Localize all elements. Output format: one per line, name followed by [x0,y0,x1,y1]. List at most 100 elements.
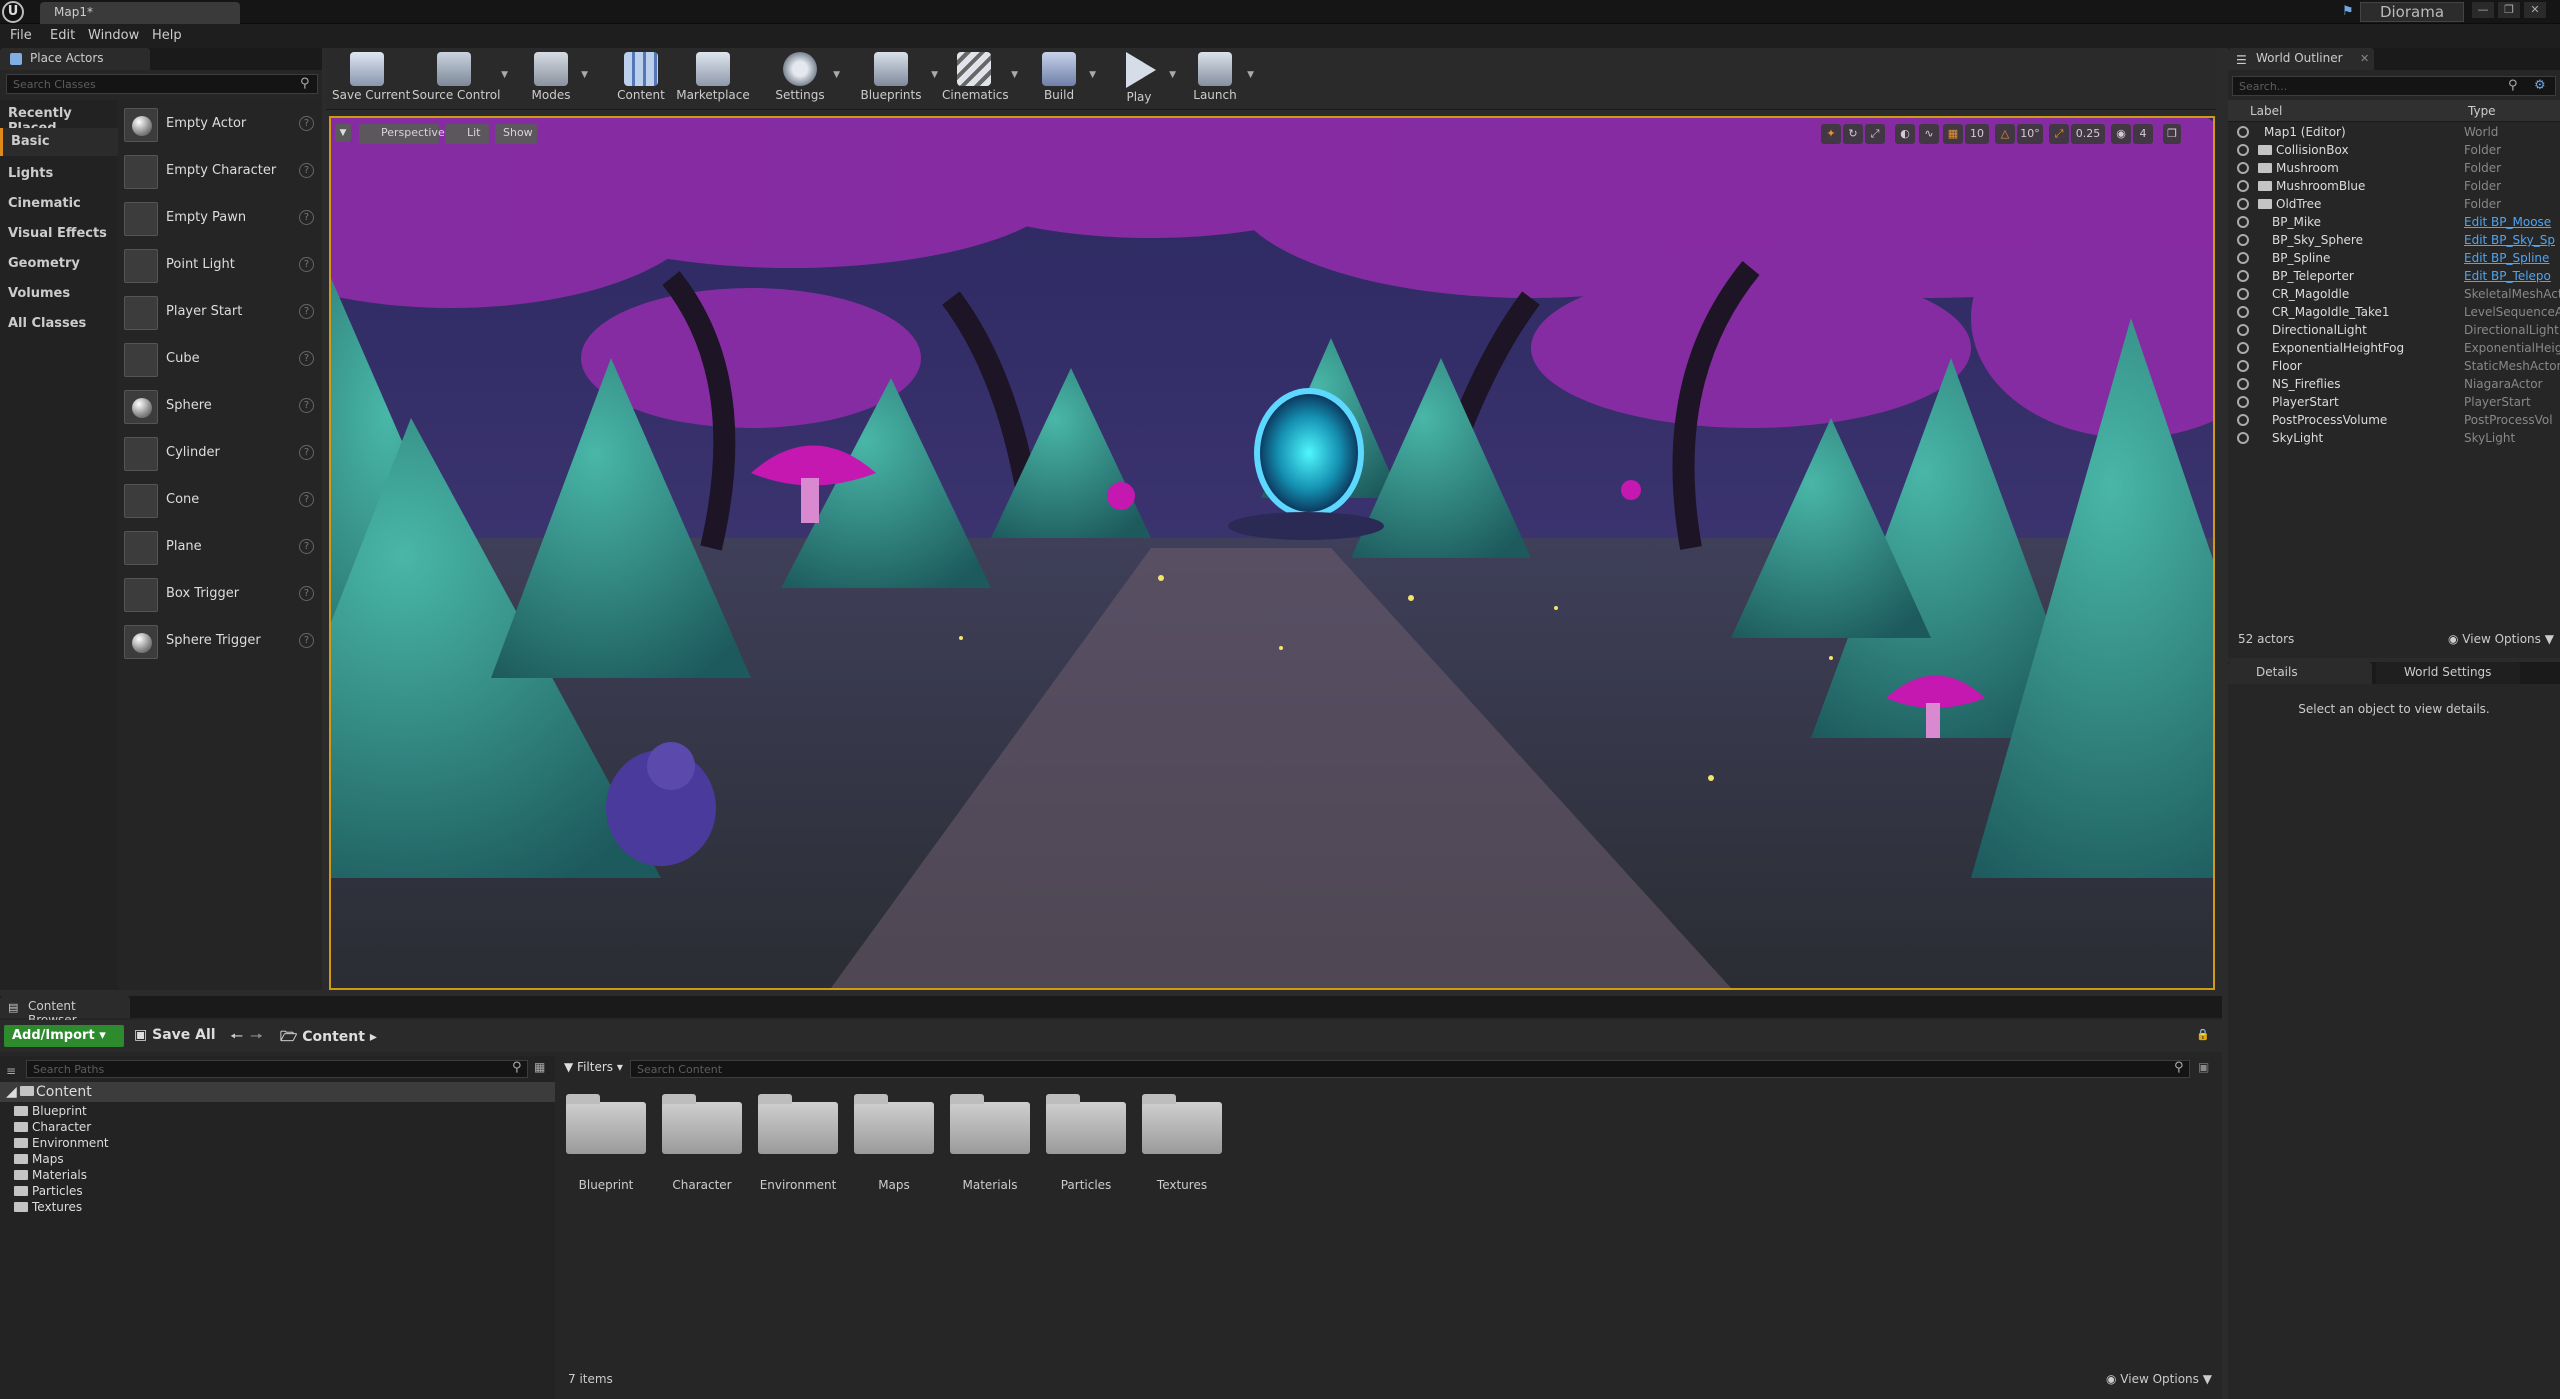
visibility-eye-icon[interactable] [2237,252,2249,264]
help-icon[interactable]: ? [299,163,314,178]
folder-tile[interactable]: Maps [854,1092,934,1192]
outliner-row-type[interactable]: Edit BP_Moose [2464,215,2560,229]
outliner-row[interactable]: CR_MagoIdle_Take1 LevelSequenceA [2228,304,2560,322]
document-tab[interactable]: Map1* [40,2,240,24]
build-button[interactable]: Build ▼ [1034,48,1096,110]
tab-world-outliner[interactable]: World Outliner [2228,48,2374,70]
tree-folder-item[interactable]: Maps [14,1152,64,1166]
actor-item[interactable]: Empty Character? [118,147,322,193]
folder-tile[interactable]: Textures [1142,1092,1222,1192]
dropdown-arrow-icon[interactable]: ▼ [581,70,588,80]
folder-tile[interactable]: Environment [758,1092,838,1192]
sources-toggle-icon[interactable]: ≡ [6,1064,16,1078]
grid-snap-icon[interactable]: ▦ [1943,124,1963,144]
view-options-button[interactable]: ◉ View Options ▼ [2448,632,2554,646]
outliner-row[interactable]: CR_MagoIdle SkeletalMeshAct [2228,286,2560,304]
outliner-row[interactable]: Mushroom Folder [2228,160,2560,178]
actor-item[interactable]: Player Start? [118,288,322,334]
label-column[interactable]: Label [2250,104,2282,118]
help-icon[interactable]: ? [299,586,314,601]
tree-folder-item[interactable]: Materials [14,1168,87,1182]
search-paths-input[interactable]: Search Paths [26,1060,528,1078]
back-arrow-icon[interactable]: 🠔 [230,1026,243,1051]
visibility-eye-icon[interactable] [2237,342,2249,354]
tree-row-content[interactable]: ◢ Content [0,1082,555,1102]
minimize-icon[interactable]: — [2472,2,2494,18]
help-icon[interactable]: ? [299,351,314,366]
visibility-eye-icon[interactable] [2237,324,2249,336]
world-local-icon[interactable]: ◐ [1895,124,1915,144]
visibility-eye-icon[interactable] [2237,216,2249,228]
menu-window[interactable]: Window [88,28,139,43]
outliner-row[interactable]: SkyLight SkyLight [2228,430,2560,448]
tree-folder-item[interactable]: Particles [14,1184,83,1198]
grid-snap-value[interactable]: 10 [1965,124,1989,144]
visibility-eye-icon[interactable] [2237,198,2249,210]
tab-world-settings[interactable]: World Settings [2376,662,2520,684]
show-button[interactable]: Show [495,124,537,144]
close-tab-icon[interactable]: ✕ [2360,52,2369,65]
outliner-settings-icon[interactable]: ⚙ [2534,78,2546,93]
category-volumes[interactable]: Volumes [8,286,70,301]
scene-render[interactable] [331,118,2213,988]
lit-button[interactable]: Lit [445,124,489,144]
visibility-eye-icon[interactable] [2237,234,2249,246]
rotation-snap-value[interactable]: 10° [2017,124,2043,144]
folder-tile[interactable]: Character [662,1092,742,1192]
actor-item[interactable]: Point Light? [118,241,322,287]
outliner-row[interactable]: MushroomBlue Folder [2228,178,2560,196]
outliner-row[interactable]: NS_Fireflies NiagaraActor [2228,376,2560,394]
actor-item[interactable]: Cube? [118,335,322,381]
outliner-row[interactable]: BP_Teleporter Edit BP_Telepo [2228,268,2560,286]
content-button[interactable]: Content [616,48,666,110]
outliner-row-type[interactable]: Edit BP_Telepo [2464,269,2560,283]
add-import-button[interactable]: Add/Import ▾ [4,1025,124,1047]
help-icon[interactable]: ? [299,257,314,272]
help-icon[interactable]: ? [299,492,314,507]
perspective-button[interactable]: Perspective [359,124,445,144]
dropdown-arrow-icon[interactable]: ▼ [931,70,938,80]
category-all-classes[interactable]: All Classes [8,316,86,331]
visibility-eye-icon[interactable] [2237,396,2249,408]
save-current-button[interactable]: Save Current [332,48,410,110]
help-icon[interactable]: ? [299,116,314,131]
breadcrumb[interactable]: 🗁 Content ▸ [280,1026,377,1050]
lock-icon[interactable]: 🔒 [2196,1028,2210,1041]
maximize-icon[interactable]: ❐ [2498,2,2520,18]
tree-folder-item[interactable]: Environment [14,1136,109,1150]
dropdown-arrow-icon[interactable]: ▼ [1247,70,1254,80]
dropdown-arrow-icon[interactable]: ▼ [833,70,840,80]
tree-options-icon[interactable]: ▦ [534,1060,545,1074]
save-all-button[interactable]: ▣ Save All [134,1027,216,1043]
tree-folder-item[interactable]: Textures [14,1200,82,1214]
category-basic[interactable]: Basic [0,128,118,156]
camera-speed-value[interactable]: 4 [2133,124,2153,144]
actor-item[interactable]: Empty Actor? [118,100,322,146]
folder-tile[interactable]: Materials [950,1092,1030,1192]
forward-arrow-icon[interactable]: 🠖 [250,1026,263,1051]
folder-tile[interactable]: Particles [1046,1092,1126,1192]
surface-snap-icon[interactable]: ∿ [1919,124,1939,144]
actor-item[interactable]: Empty Pawn? [118,194,322,240]
outliner-row[interactable]: DirectionalLight DirectionalLight [2228,322,2560,340]
help-icon[interactable]: ? [299,539,314,554]
actor-item[interactable]: Cylinder? [118,429,322,475]
camera-speed-icon[interactable]: ◉ [2111,124,2131,144]
visibility-eye-icon[interactable] [2237,432,2249,444]
rotate-tool-icon[interactable]: ↻ [1843,124,1863,144]
visibility-eye-icon[interactable] [2237,306,2249,318]
outliner-row[interactable]: Floor StaticMeshActor [2228,358,2560,376]
outliner-row[interactable]: OldTree Folder [2228,196,2560,214]
notification-icon[interactable]: ⚑ [2342,4,2354,19]
visibility-eye-icon[interactable] [2237,378,2249,390]
blueprints-button[interactable]: Blueprints ▼ [856,48,938,110]
launch-button[interactable]: Launch ▼ [1188,48,1254,110]
actor-item[interactable]: Sphere? [118,382,322,428]
scale-snap-icon[interactable]: ⤢ [2049,124,2069,144]
visibility-eye-icon[interactable] [2237,126,2249,138]
menu-help[interactable]: Help [152,28,182,43]
tree-folder-item[interactable]: Blueprint [14,1104,87,1118]
category-geometry[interactable]: Geometry [8,256,80,271]
play-button[interactable]: Play ▼ [1114,48,1176,110]
visibility-eye-icon[interactable] [2237,270,2249,282]
